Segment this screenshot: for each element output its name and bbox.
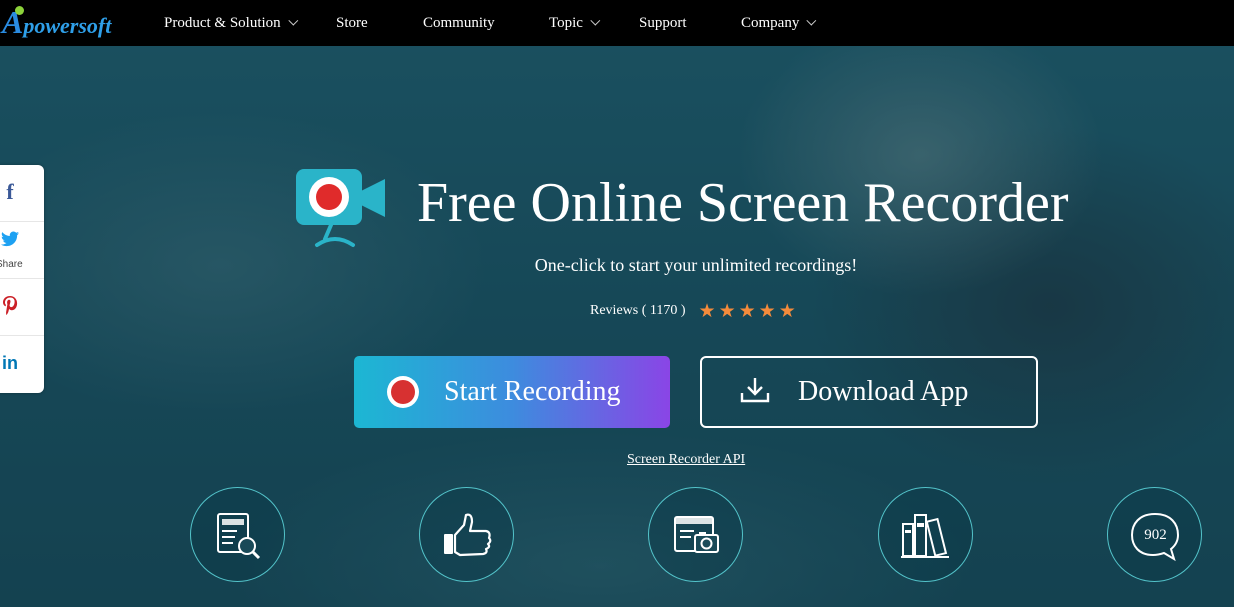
thumbs-up-icon <box>444 513 492 557</box>
star-icon: ★ <box>718 300 736 322</box>
chevron-down-icon <box>806 15 817 26</box>
hero-background <box>0 46 1234 607</box>
books-icon <box>901 514 949 558</box>
download-app-button[interactable]: Download App <box>700 356 1038 428</box>
nav-support[interactable]: Support <box>639 0 687 46</box>
star-icon: ★ <box>778 300 796 322</box>
share-pinterest[interactable] <box>0 279 44 336</box>
facebook-icon: f <box>6 179 14 204</box>
nav-company[interactable]: Company <box>741 0 817 46</box>
reviews-count: Reviews ( 1170 ) <box>590 303 686 318</box>
record-icon <box>387 376 419 408</box>
star-icon: ★ <box>698 300 716 322</box>
nav-product-solution[interactable]: Product & Solution <box>164 0 298 46</box>
star-icon: ★ <box>738 300 756 322</box>
social-share-bar: f Share in <box>0 165 44 393</box>
nav-community[interactable]: Community <box>423 0 495 46</box>
share-facebook[interactable]: f <box>0 165 44 222</box>
reviews-rating: Reviews ( 1170 ) ★ ★ ★ ★ ★ <box>590 300 796 322</box>
logo-text: powersoft <box>23 13 112 38</box>
nav-topic[interactable]: Topic <box>549 0 601 46</box>
linkedin-icon: in <box>2 353 18 373</box>
apowersoft-logo[interactable]: A powersoft <box>2 4 111 40</box>
feature-circle-screen-camera[interactable] <box>648 487 743 582</box>
top-navigation: A powersoft Product & Solution Store Com… <box>0 0 1234 46</box>
chevron-down-icon <box>288 15 298 26</box>
screen-recorder-api-link[interactable]: Screen Recorder API <box>627 452 745 468</box>
start-recording-button[interactable]: Start Recording <box>354 356 670 428</box>
pinterest-icon <box>3 296 18 315</box>
download-app-label: Download App <box>798 376 969 407</box>
feature-circle-comments[interactable]: 902 <box>1107 487 1202 582</box>
chevron-down-icon <box>590 15 601 26</box>
feature-circle-thumbs-up[interactable] <box>419 487 514 582</box>
nav-label: Support <box>639 15 687 31</box>
rating-stars: ★ ★ ★ ★ ★ <box>698 300 796 322</box>
nav-label: Community <box>423 15 495 31</box>
hero-subtitle: One-click to start your unlimited record… <box>534 255 858 275</box>
comment-count: 902 <box>1144 527 1167 543</box>
share-linkedin[interactable]: in <box>0 336 44 393</box>
nav-label: Company <box>741 15 800 31</box>
star-icon: ★ <box>758 300 776 322</box>
page-title: Free Online Screen Recorder <box>417 172 1069 234</box>
start-recording-label: Start Recording <box>444 376 621 407</box>
document-search-icon <box>217 513 261 560</box>
nav-label: Topic <box>549 15 583 31</box>
share-label: Share <box>0 259 23 270</box>
feature-circle-document[interactable] <box>190 487 285 582</box>
video-camera-icon <box>296 169 385 247</box>
twitter-icon <box>1 231 19 247</box>
nav-label: Product & Solution <box>164 15 281 31</box>
nav-label: Store <box>336 15 368 31</box>
screen-camera-icon <box>674 516 719 553</box>
download-icon <box>740 378 770 403</box>
logo-dot-icon <box>15 6 24 15</box>
feature-circle-books[interactable] <box>878 487 973 582</box>
share-twitter[interactable]: Share <box>0 222 44 279</box>
nav-store[interactable]: Store <box>336 0 368 46</box>
hero-overlay <box>0 46 1234 607</box>
